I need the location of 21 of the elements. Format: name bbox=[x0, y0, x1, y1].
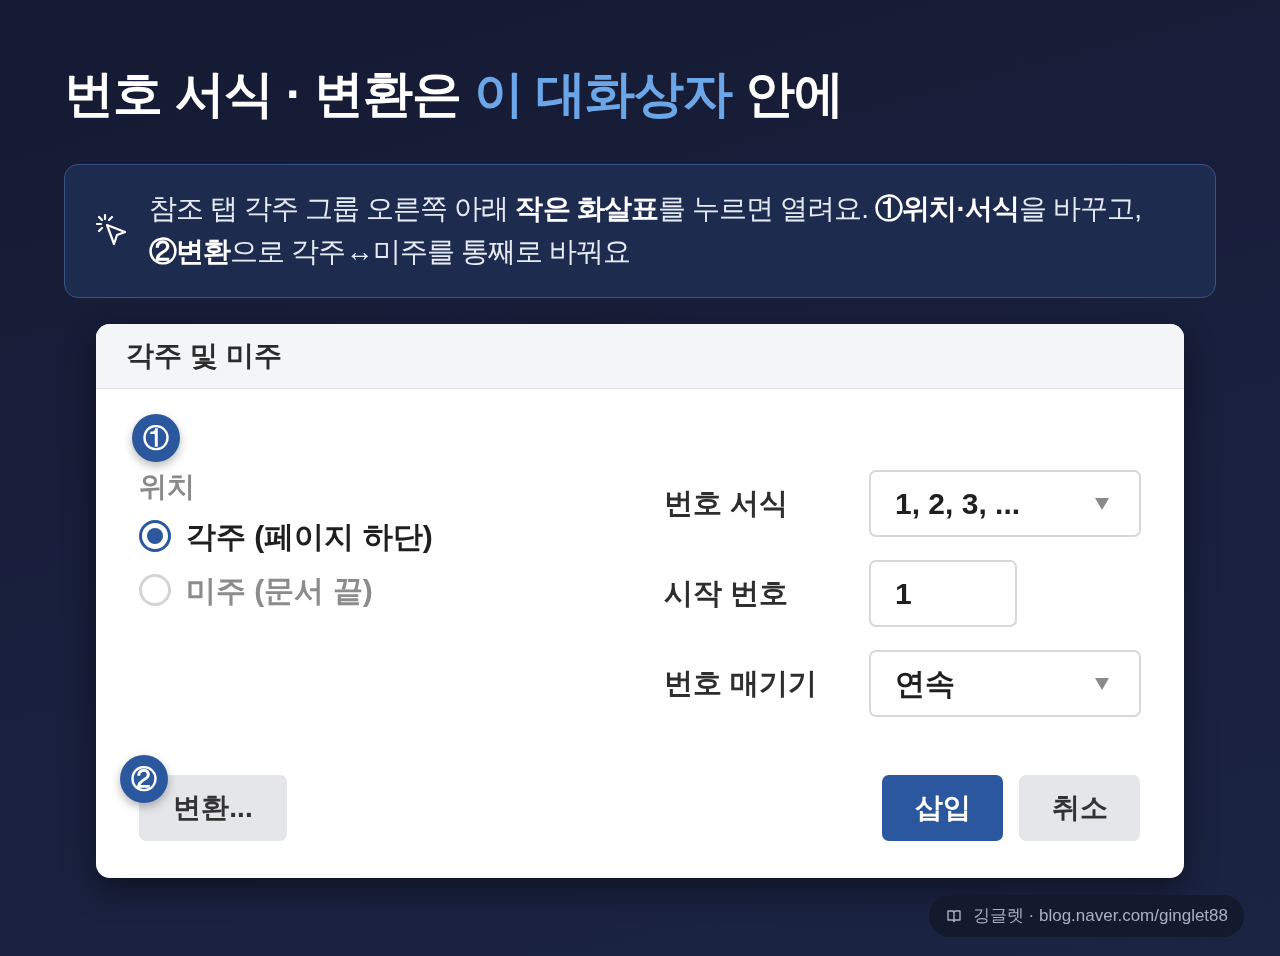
field-label: 번호 서식 bbox=[664, 485, 790, 521]
caret-icon bbox=[1095, 677, 1109, 690]
callout-text: 참조 탭 각주 그룹 오른쪽 아래 작은 화살표를 누르면 열려요. ①위치·서식을 바꾸고, ②변환으로 각주↔미주를 통째로 바꿔요 bbox=[149, 192, 1143, 269]
credit-text: 깅글렛 · blog.naver.com/ginglet88 bbox=[972, 905, 1228, 927]
insert-button[interactable]: 삽입 bbox=[882, 775, 1003, 841]
step-badge: ① bbox=[132, 414, 180, 462]
radio-label[interactable]: 각주 (페이지 하단) bbox=[186, 513, 433, 559]
group-label: 위치 bbox=[139, 470, 195, 504]
field-label: 번호 매기기 bbox=[664, 665, 819, 701]
cancel-button[interactable]: 취소 bbox=[1019, 775, 1140, 841]
dialog-title: 각주 및 미주 bbox=[126, 339, 282, 373]
book-icon bbox=[946, 908, 961, 923]
input-field[interactable]: 1 bbox=[869, 560, 1017, 627]
field-label: 시작 번호 bbox=[664, 575, 790, 611]
dropdown[interactable]: 1, 2, 3, ... bbox=[869, 470, 1141, 537]
caret-icon bbox=[1095, 497, 1109, 510]
cursor-click-icon bbox=[95, 213, 129, 247]
page-title: 번호 서식 · 변환은 이 대화상자 안에 bbox=[64, 65, 844, 124]
dropdown[interactable]: 연속 bbox=[869, 650, 1141, 717]
step-badge: ② bbox=[120, 755, 168, 803]
radio-button[interactable] bbox=[139, 520, 171, 552]
